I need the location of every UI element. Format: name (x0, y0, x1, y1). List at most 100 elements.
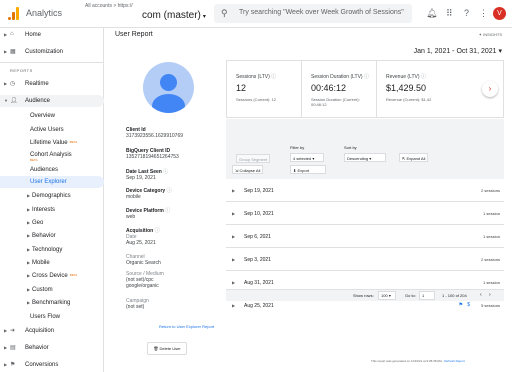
help-icon[interactable]: ⓘ (421, 74, 426, 80)
beta-badge: BETA (30, 158, 38, 162)
expand-all-button[interactable]: ⇱ Expand All (399, 153, 429, 162)
sidebar-item-customization[interactable]: ▶ ▦ Customization (0, 46, 104, 58)
session-row[interactable]: ▶ Sep 19, 2021 2 sessions (226, 180, 504, 202)
field-value: Aug 25, 2021 (126, 240, 156, 246)
field-value: google/organic (126, 283, 159, 289)
insights-button[interactable]: ✦ INSIGHTS (479, 32, 502, 37)
activity-controls: Group Segment ⇲ Collapse All Filter by 4… (226, 119, 504, 179)
field-label: Device Platform ⓘ (126, 207, 170, 214)
acquisition-icon: ➜ (10, 328, 16, 334)
collapse-all-button[interactable]: ⇲ Collapse All (232, 165, 264, 174)
expand-arrow-icon: ▶ (4, 32, 8, 37)
sort-dropdown[interactable]: Descending ▾ (344, 153, 386, 162)
sidebar-item-custom[interactable]: ▶ Custom (0, 284, 104, 296)
sidebar-item-geo[interactable]: ▶ Geo (0, 217, 104, 229)
expand-arrow-icon: ▶ (232, 234, 236, 239)
sidebar-item-users-flow[interactable]: Users Flow (0, 311, 104, 323)
search-input[interactable]: ⚲ Try searching "Week over Week Growth o… (214, 4, 412, 23)
expand-arrow-icon: ▶ (232, 188, 236, 193)
sidebar-item-conversions[interactable]: ▶ ⚑ Conversions (0, 359, 104, 371)
sidebar-item-label: Conversions (25, 362, 59, 368)
breadcrumb[interactable]: All accounts > https:// (85, 3, 133, 9)
sidebar-item-behavior-section[interactable]: ▶ ▤ Behavior (0, 342, 104, 354)
behavior-icon: ▤ (10, 345, 16, 351)
sidebar-item-active-users[interactable]: Active Users (0, 124, 104, 136)
go-to-page-input[interactable]: 1 (419, 291, 435, 300)
home-icon: ⌂ (10, 31, 14, 37)
notifications-bell-icon[interactable]: 🔔︎ (426, 8, 437, 19)
expand-arrow-icon: ▶ (27, 300, 31, 305)
sidebar-item-label: Technology (32, 247, 63, 253)
revenue-dollar-icon: $ (467, 302, 470, 308)
sidebar-item-mobile[interactable]: ▶ Mobile (0, 257, 104, 269)
expand-arrow-icon: ▶ (27, 193, 31, 198)
sidebar-item-audiences[interactable]: Audiences (0, 164, 104, 176)
property-name: com (master) (142, 10, 201, 21)
field-label: Device Category ⓘ (126, 187, 172, 194)
expand-arrow-icon: ▶ (27, 207, 31, 212)
help-icon[interactable]: ⓘ (155, 228, 160, 234)
metric-title: Session Duration (LTV) ⓘ (311, 73, 369, 80)
user-avatar (143, 62, 194, 113)
sidebar-item-interests[interactable]: ▶ Interests (0, 204, 104, 216)
sidebar-item-demographics[interactable]: ▶ Demographics (0, 190, 104, 202)
more-vert-icon[interactable]: ⋮ (479, 8, 488, 19)
property-selector[interactable]: com (master) ▾ (142, 10, 206, 21)
next-page-icon[interactable]: › (489, 292, 491, 298)
sidebar-item-lifetime-value[interactable]: Lifetime Value BETA (0, 137, 104, 149)
help-icon[interactable]: ⓘ (167, 188, 172, 194)
sidebar-item-user-explorer[interactable]: User Explorer (0, 176, 104, 188)
account-avatar[interactable]: V (493, 7, 506, 20)
row-date: Sep 19, 2021 (244, 188, 274, 194)
sidebar-item-label: Overview (30, 113, 56, 119)
metric-subvalue: Session Duration (Current): 00:46:12 (311, 97, 360, 107)
filter-dropdown[interactable]: 4 selected ▾ (290, 153, 324, 162)
session-row[interactable]: ▶ Sep 3, 2021 2 sessions (226, 249, 504, 271)
page-range: 1 - 100 of 204 (442, 293, 467, 298)
apps-grid-icon[interactable]: ⠿ (446, 8, 453, 19)
help-icon[interactable]: ? (464, 8, 469, 18)
metric-revenue: Revenue (LTV) ⓘ $1,429.50 Revenue (Curre… (377, 61, 477, 117)
channel-field: Channel Organic Search (126, 254, 161, 266)
sidebar-item-cohort-analysis[interactable]: Cohort Analysis BETA (0, 149, 104, 162)
help-icon[interactable]: ⓘ (165, 208, 170, 214)
sidebar-item-overview[interactable]: Overview (0, 110, 104, 122)
caret-down-icon: ▾ (369, 156, 372, 161)
delete-user-button[interactable]: 🗑︎ Delete User (147, 342, 187, 355)
help-icon[interactable]: ⓘ (271, 74, 276, 80)
session-row[interactable]: ▶ Sep 6, 2021 1 session (226, 226, 504, 248)
field-value: Organic Search (126, 260, 161, 266)
group-segment-button[interactable]: Group Segment (236, 154, 271, 163)
select-value: 100 (381, 293, 388, 298)
return-to-explorer-link[interactable]: Return to User Explorer Report (159, 324, 214, 329)
sidebar-item-acquisition[interactable]: ▶ ➜ Acquisition (0, 325, 104, 337)
metric-title: Sessions (LTV) ⓘ (236, 73, 276, 80)
field-value: web (126, 214, 136, 220)
expand-arrow-icon: ▶ (27, 287, 31, 292)
search-placeholder: Try searching "Week over Week Growth of … (239, 9, 404, 16)
sidebar-item-audience[interactable]: ▼ 👤︎ Audience (0, 95, 104, 107)
date-range-text: Jan 1, 2021 - Oct 31, 2021 (413, 48, 497, 55)
analytics-logo-icon[interactable] (8, 7, 20, 20)
sidebar: ▶ ⌂ Home ▶ ▦ Customization REPORTS ▶ ◷ Realtim… (0, 28, 104, 372)
next-metrics-arrow-icon[interactable]: › (482, 81, 498, 97)
sidebar-item-technology[interactable]: ▶ Technology (0, 244, 104, 256)
metric-subvalue: Sessions (Current): 12 (236, 97, 277, 102)
session-row[interactable]: ▶ Sep 10, 2021 1 session (226, 203, 504, 225)
metric-title-text: Session Duration (LTV) (311, 74, 363, 80)
sidebar-item-label: Demographics (32, 193, 71, 199)
sidebar-item-behavior[interactable]: ▶ Behavior (0, 230, 104, 242)
sidebar-item-realtime[interactable]: ▶ ◷ Realtime (0, 78, 104, 90)
rows-per-page-select[interactable]: 100 ▾ (378, 291, 396, 300)
help-icon[interactable]: ⓘ (163, 169, 168, 175)
refresh-report-link[interactable]: Refresh Report (444, 359, 464, 363)
prev-page-icon[interactable]: ‹ (480, 292, 482, 298)
sidebar-item-home[interactable]: ▶ ⌂ Home (0, 29, 104, 41)
export-button[interactable]: ⬇ Export (290, 165, 326, 174)
dropdown-value: Descending (347, 156, 369, 161)
help-icon[interactable]: ⓘ (364, 74, 369, 80)
sidebar-item-benchmarking[interactable]: ▶ Benchmarking (0, 297, 104, 309)
sidebar-item-cross-device[interactable]: ▶ Cross Device BETA (0, 270, 104, 282)
date-range-picker[interactable]: Jan 1, 2021 - Oct 31, 2021 ▾ (414, 47, 502, 55)
sidebar-item-label: Audience (25, 98, 51, 104)
